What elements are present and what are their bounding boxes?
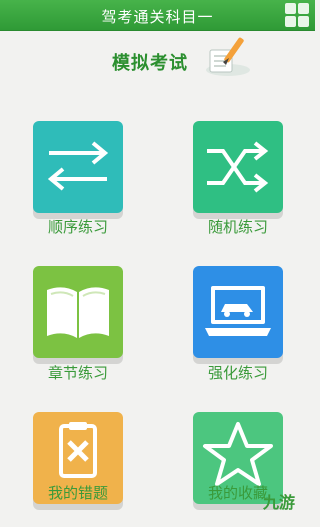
app-header: 驾考通关科目一 [0, 0, 315, 31]
shuffle-icon [207, 141, 269, 193]
watermark-logo: 九游 [262, 493, 295, 512]
intensive-practice-button[interactable] [193, 266, 283, 358]
my-mistakes-label: 我的错题 [47, 484, 108, 502]
chapter-practice-label: 章节练习 [47, 364, 108, 382]
arrows-left-right-icon [47, 141, 109, 191]
sequential-practice-label: 顺序练习 [47, 218, 108, 236]
grid-menu-icon[interactable] [285, 3, 309, 27]
exam-pencil-icon [206, 37, 250, 76]
chapter-practice-button[interactable] [33, 266, 123, 358]
open-book-icon [47, 287, 109, 338]
random-practice-button[interactable] [193, 121, 283, 213]
section-title: 模拟考试 [112, 53, 188, 74]
random-practice-label: 随机练习 [207, 218, 268, 236]
intensive-practice-label: 强化练习 [207, 364, 268, 382]
laptop-car-icon [205, 286, 271, 336]
app-title: 驾考通关科目一 [101, 8, 214, 26]
sequential-practice-button[interactable] [33, 121, 123, 213]
